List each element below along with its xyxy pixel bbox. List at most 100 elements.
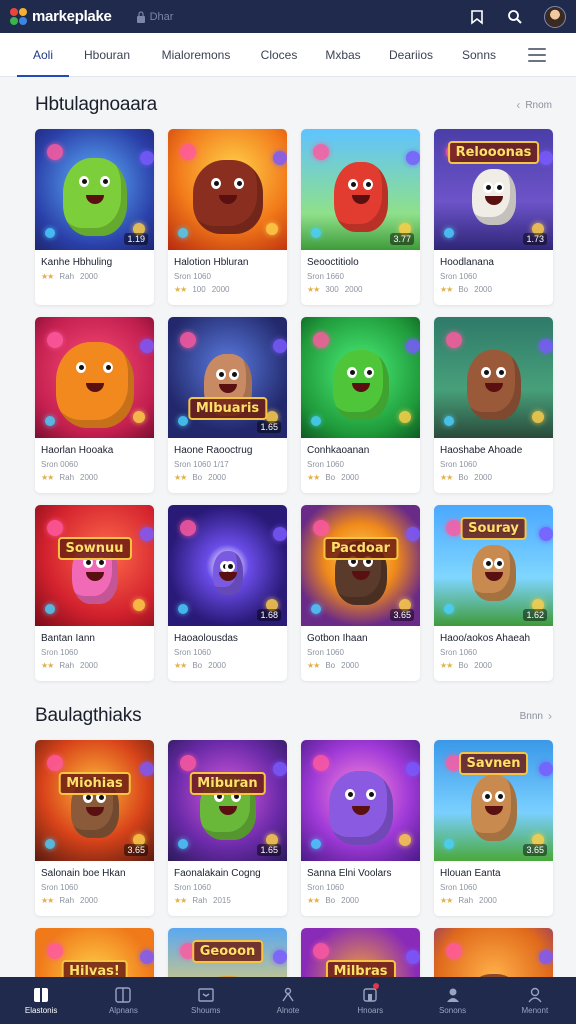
nav-item-inbox[interactable]: Hnoars [329,977,411,1024]
score-badge: 3.65 [390,609,414,621]
card-info: Halotion Hbluran Sron 1060 ★★ 100 2000 [168,250,287,305]
gem-decoration [46,942,63,959]
nav-item-store[interactable]: Shoums [165,977,247,1024]
game-card[interactable]: Miburan 1.65 Faonalakain Cogng Sron 1060 ★★ R… [168,740,287,916]
eye [99,176,110,188]
game-thumbnail[interactable]: 3.77 [301,129,420,250]
chevron-left-icon[interactable]: ‹ [516,98,520,112]
score-badge: 3.65 [124,844,148,856]
tab-sonns[interactable]: Sonns [447,33,511,76]
game-thumbnail[interactable] [168,129,287,250]
character-art [471,168,516,225]
game-card[interactable]: 1.19 Kanhe Hbhuling ★★ Rah 2000 [35,129,154,305]
game-thumbnail[interactable]: Pacdoar 3.65 [301,505,420,626]
game-thumbnail[interactable]: Savnen 3.65 [434,740,553,861]
game-subtitle: Sron 1060 [174,272,211,281]
bookmark-icon[interactable] [468,8,486,26]
game-title: Haoshabe Ahoade [440,445,523,456]
tab-all[interactable]: Aoli [17,33,69,77]
see-all-link[interactable]: Bnnn › [520,709,552,723]
card-info: Hlouan Eanta Sron 1060 ★★ Rah 2000 [434,861,553,916]
game-thumbnail[interactable] [301,317,420,438]
card-info: Faonalakain Cogng Sron 1060 ★★ Rah 2015 [168,861,287,916]
nav-item-friends[interactable]: Sonons [411,977,493,1024]
gem-decoration [272,761,287,776]
nav-item-profile[interactable]: Menont [494,977,576,1024]
game-card[interactable]: 1.68 Haoaolousdas Sron 1060 ★★ Bo 2000 [168,505,287,681]
game-meta: ★★ Rah 2015 [174,896,281,905]
game-card[interactable]: 3.77 Seooctitiolo Sron 1660 ★★ 300 2000 [301,129,420,305]
rating-value: 100 [192,285,206,294]
tab-deariios[interactable]: Deariios [375,33,447,76]
game-thumbnail[interactable] [301,740,420,861]
avatar[interactable] [544,5,566,28]
chevron-right-icon[interactable]: › [548,709,552,723]
menu-icon[interactable] [528,48,546,62]
game-thumbnail[interactable]: Relooonas 1.73 [434,129,553,250]
game-logo-banner: Miburan [189,772,266,795]
game-card[interactable]: Pacdoar 3.65 Gotbon Ihaan Sron 1060 ★★ Bo 2000 [301,505,420,681]
game-thumbnail[interactable]: Miohias 3.65 [35,740,154,861]
game-thumbnail[interactable]: Souray 1.62 [434,505,553,626]
game-card[interactable]: Halotion Hbluran Sron 1060 ★★ 100 2000 [168,129,287,305]
game-card[interactable]: Miohias 3.65 Salonain boe Hkan Sron 1060 ★★ R… [35,740,154,916]
game-logo-banner: Souray [460,517,527,540]
game-thumbnail[interactable] [434,317,553,438]
search-box[interactable]: Dhar [136,11,173,23]
gem-decoration [310,604,321,615]
game-thumbnail[interactable]: 1.19 [35,129,154,250]
gem-decoration [46,143,63,160]
game-title: Kanhe Hbhuling [41,257,113,268]
game-title: Haoaolousdas [174,633,238,644]
game-logo-banner: Relooonas [447,141,540,164]
game-thumbnail[interactable]: Sownuu [35,505,154,626]
see-all-link[interactable]: ‹ Rnom [516,98,552,112]
game-thumbnail[interactable]: Mlbuaris 1.65 [168,317,287,438]
game-card[interactable]: Souray 1.62 Haoo/aokos Ahaeah Sron 1060 ★★ Bo… [434,505,553,681]
game-card[interactable]: Haoshabe Ahoade Sron 1060 ★★ Bo 2000 [434,317,553,493]
top-bar: markeplake Dhar [0,0,576,33]
game-subtitle: Sron 1060 [440,460,477,469]
eye [347,178,358,190]
review-count: 2000 [80,896,98,905]
gem-decoration [132,599,145,612]
game-card[interactable]: Sownuu Bantan Iann Sron 1060 ★★ Rah 2000 [35,505,154,681]
gem-decoration [445,331,462,348]
gem-decoration [443,228,454,239]
game-card[interactable]: Sanna Elni Voolars Sron 1060 ★★ Bo 2000 [301,740,420,916]
gem-decoration [531,411,544,424]
review-count: 2000 [80,272,98,281]
gem-decoration [312,754,329,771]
gem-decoration [405,526,420,541]
star-icon: ★★ [174,661,187,670]
eye [345,788,356,800]
star-icon: ★★ [41,473,54,482]
star-icon: ★★ [41,272,54,281]
rating-value: 300 [325,285,339,294]
gem-decoration [443,604,454,615]
game-thumbnail[interactable]: Miburan 1.65 [168,740,287,861]
tab-mxbas[interactable]: Mxbas [311,33,375,76]
game-thumbnail[interactable]: 1.68 [168,505,287,626]
game-card[interactable]: Savnen 3.65 Hlouan Eanta Sron 1060 ★★ Rah 2000 [434,740,553,916]
app-logo[interactable]: markeplake [10,7,112,26]
gem-decoration [44,604,55,615]
mouth [351,195,370,205]
nav-item-library[interactable]: Alpnans [82,977,164,1024]
score-badge: 1.65 [257,844,281,856]
search-icon[interactable] [506,8,524,26]
bottom-nav: Elastonis Alpnans Shoums Alnote Hnoars S… [0,977,576,1024]
score-badge: 1.19 [124,233,148,245]
tab-mialoremons[interactable]: Mialoremons [145,33,247,76]
game-card[interactable]: Haorlan Hooaka Sron 0060 ★★ Rah 2000 [35,317,154,493]
game-thumbnail[interactable] [35,317,154,438]
nav-item-home[interactable]: Elastonis [0,977,82,1024]
game-card[interactable]: Conhkaoanan Sron 1060 ★★ Bo 2000 [301,317,420,493]
tab-hbouran[interactable]: Hbouran [69,33,145,76]
library-icon [115,986,132,1003]
nav-item-share[interactable]: Alnote [247,977,329,1024]
tab-cloces[interactable]: Cloces [247,33,311,76]
game-card[interactable]: Mlbuaris 1.65 Haone Raooctrug Sron 1060 1/1… [168,317,287,493]
game-card[interactable]: Relooonas 1.73 Hoodlanana Sron 1060 ★★ Bo 2000 [434,129,553,305]
character-art [471,544,516,601]
